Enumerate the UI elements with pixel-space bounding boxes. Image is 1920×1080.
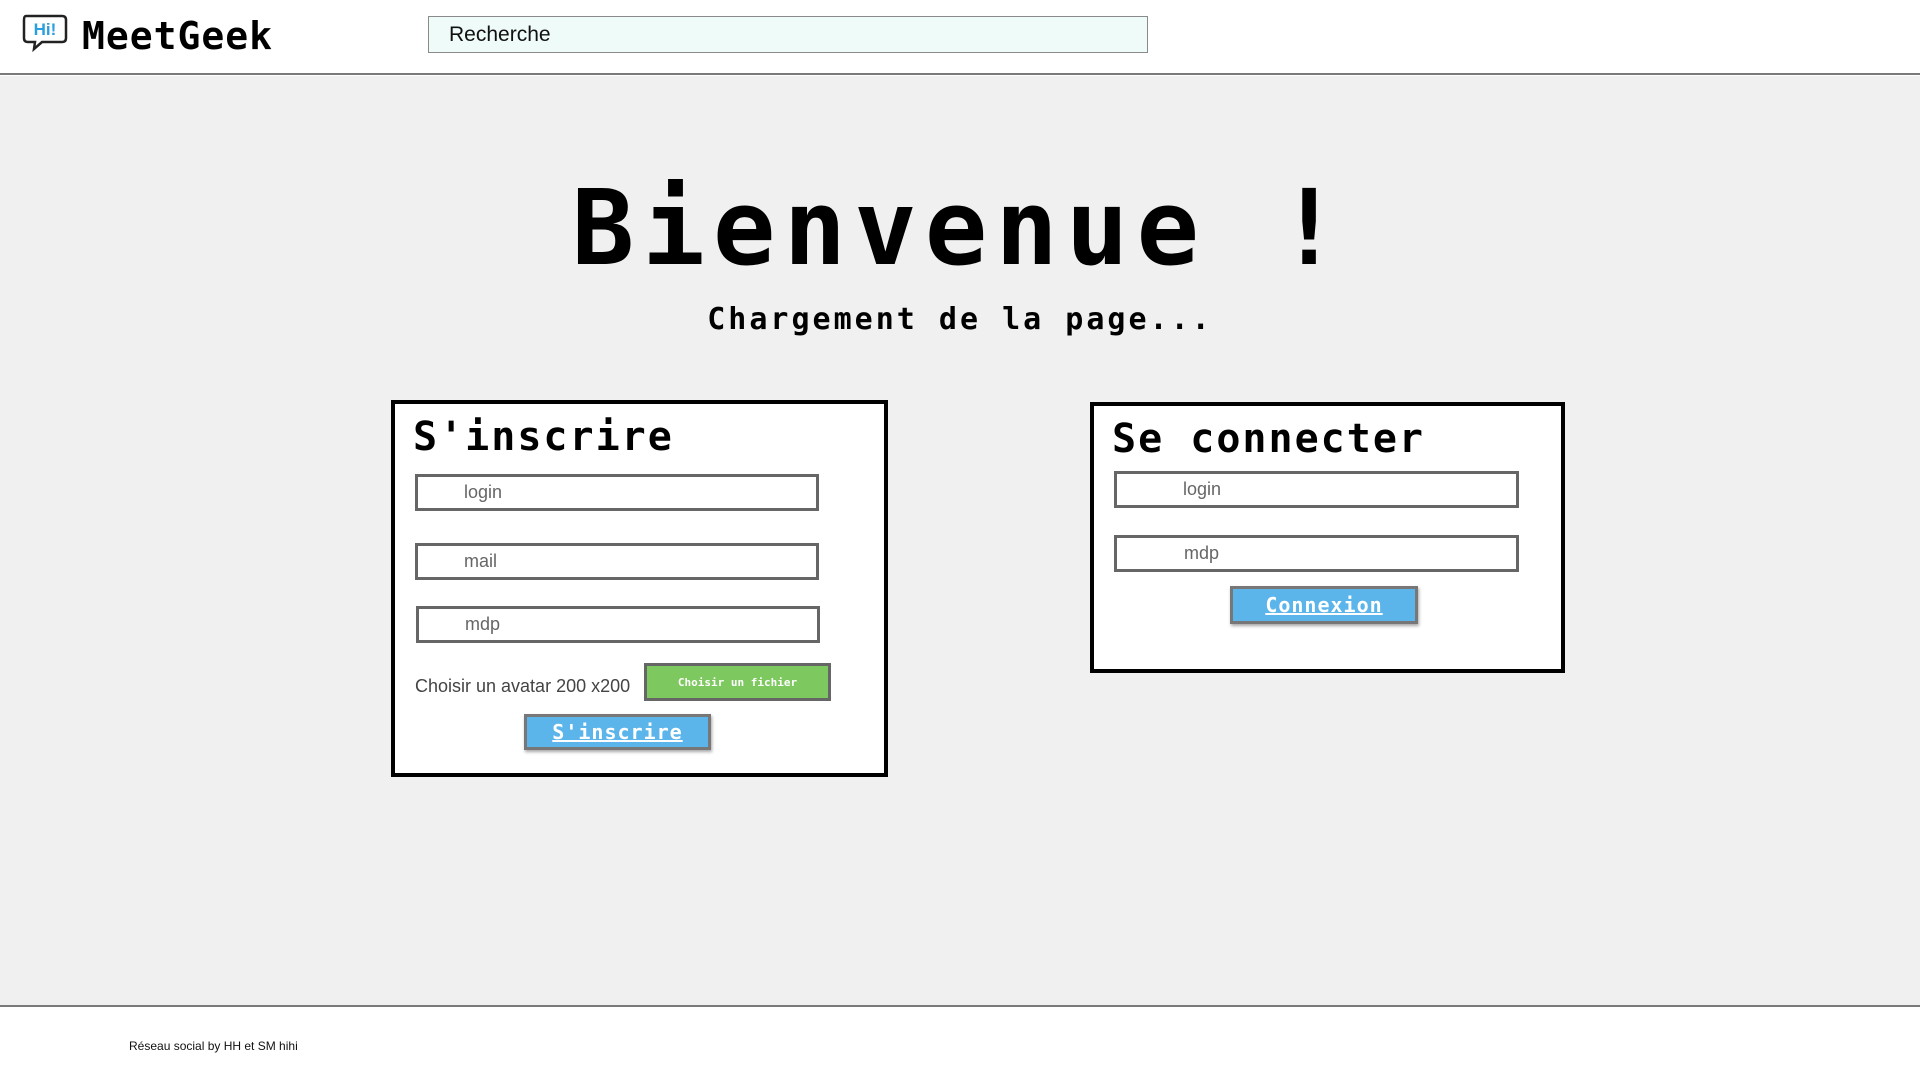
signup-button[interactable]: S'inscrire: [524, 714, 711, 750]
logo-badge-text: Hi!: [34, 20, 57, 39]
signup-login-field[interactable]: [415, 474, 819, 511]
signup-title: S'inscrire: [413, 414, 674, 460]
signin-password-field[interactable]: [1114, 535, 1519, 572]
page-title: Bienvenue !: [571, 167, 1349, 289]
signin-card: Se connecter Connexion: [1090, 402, 1565, 673]
main-content: Bienvenue ! Chargement de la page... S'i…: [0, 76, 1920, 1005]
signup-mail-field[interactable]: [415, 543, 819, 580]
signin-title: Se connecter: [1112, 416, 1425, 462]
header: Hi! MeetGeek: [0, 0, 1920, 75]
app-name[interactable]: MeetGeek: [82, 14, 273, 58]
signup-card: S'inscrire Choisir un avatar 200 x200 Ch…: [391, 400, 888, 777]
loading-subtitle: Chargement de la page...: [707, 302, 1213, 337]
speech-bubble-logo-icon[interactable]: Hi!: [20, 12, 70, 52]
search-input[interactable]: [428, 16, 1148, 53]
choose-file-button[interactable]: Choisir un fichier: [644, 663, 831, 701]
signin-login-field[interactable]: [1114, 471, 1519, 508]
signup-password-field[interactable]: [416, 606, 820, 643]
footer: Réseau social by HH et SM hihi: [0, 1005, 1920, 1080]
avatar-label: Choisir un avatar 200 x200: [415, 676, 631, 696]
connexion-button[interactable]: Connexion: [1230, 586, 1418, 624]
footer-credits: Réseau social by HH et SM hihi: [129, 1039, 298, 1053]
